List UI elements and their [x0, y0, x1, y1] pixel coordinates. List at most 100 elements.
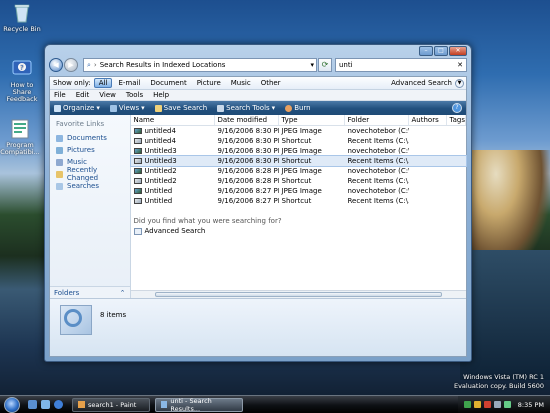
- sidebar-item-recently-changed[interactable]: Recently Changed: [50, 166, 130, 182]
- clock[interactable]: 8:35 PM: [518, 401, 544, 409]
- advanced-search-toggle[interactable]: Advanced Search ▼: [391, 78, 464, 88]
- cell-folder: novechotebor (C:\...: [347, 187, 409, 195]
- file-name: Untitled3: [144, 157, 177, 165]
- horizontal-scrollbar[interactable]: [130, 290, 466, 298]
- column-authors[interactable]: Authors: [409, 115, 447, 125]
- forward-button[interactable]: ▶: [64, 58, 78, 72]
- sidebar-item-label: Documents: [67, 134, 107, 142]
- details-pane: 8 items: [50, 298, 466, 356]
- table-row[interactable]: Untitled3 9/16/2006 8:30 PM Shortcut Recent…: [129, 155, 467, 167]
- table-row[interactable]: Untitled 9/16/2006 8:27 PM Shortcut Recent …: [131, 196, 467, 206]
- cell-folder: Recent Items (C:\...: [347, 157, 409, 165]
- security-icon[interactable]: [483, 401, 491, 408]
- table-row[interactable]: Untitled3 9/16/2006 8:30 PM JPEG Image nove…: [131, 146, 467, 156]
- address-dropdown-icon[interactable]: ▾: [310, 61, 314, 69]
- sidebar-item-documents[interactable]: Documents: [50, 132, 130, 144]
- file-name: Untitled2: [144, 177, 177, 185]
- close-button[interactable]: ✕: [449, 46, 467, 56]
- save-search-button[interactable]: Save Search: [154, 104, 207, 112]
- table-row[interactable]: untitled4 9/16/2006 8:30 PM Shortcut Recent…: [131, 136, 467, 146]
- search-input[interactable]: unti: [339, 61, 353, 69]
- searches-icon: [56, 182, 63, 190]
- magnifier-icon: [64, 309, 82, 327]
- address-text: Search Results in Indexed Locations: [99, 61, 226, 69]
- chevron-down-icon: ▾: [96, 104, 100, 112]
- cell-folder: Recent Items (C:\...: [347, 177, 409, 185]
- maximize-button[interactable]: □: [434, 46, 448, 56]
- column-tags[interactable]: Tags: [447, 115, 466, 125]
- table-row[interactable]: Untitled2 9/16/2006 8:28 PM Shortcut Recent…: [131, 176, 467, 186]
- battery-icon[interactable]: [503, 401, 511, 408]
- cell-date: 9/16/2006 8:27 PM: [217, 197, 279, 205]
- switch-windows-icon[interactable]: [41, 400, 50, 409]
- table-row[interactable]: Untitled2 9/16/2006 8:28 PM JPEG Image nove…: [131, 166, 467, 176]
- desktop-icon-program-compatibility[interactable]: Program Compatibi...: [0, 118, 40, 156]
- cell-date: 9/16/2006 8:28 PM: [217, 177, 279, 185]
- filter-all[interactable]: All: [93, 78, 113, 88]
- cell-name: Untitled3: [131, 146, 215, 156]
- filter-music[interactable]: Music: [227, 79, 255, 87]
- cell-type: Shortcut: [281, 137, 312, 145]
- file-name: Untitled2: [144, 167, 177, 175]
- show-only-bar: Show only: All E-mail Document Picture M…: [50, 77, 466, 90]
- search-tools-button[interactable]: Search Tools ▾: [217, 104, 275, 112]
- filter-picture[interactable]: Picture: [193, 79, 225, 87]
- filter-email[interactable]: E-mail: [114, 79, 144, 87]
- internet-explorer-icon[interactable]: [54, 400, 63, 409]
- cell-folder: novechotebor (C:\...: [347, 167, 409, 175]
- advanced-search-link[interactable]: Advanced Search: [133, 227, 206, 235]
- jpeg-image-icon: [133, 188, 142, 194]
- menu-file[interactable]: File: [54, 91, 66, 99]
- taskbar-button-label: unti - Search Results...: [170, 396, 212, 413]
- table-row[interactable]: untitled4 9/16/2006 8:30 PM JPEG Image nove…: [131, 126, 467, 136]
- cell-folder: Recent Items (C:\...: [347, 197, 409, 205]
- desktop-icon-recycle-bin[interactable]: Recycle Bin: [2, 2, 42, 33]
- organize-label: Organize: [63, 104, 95, 112]
- documents-icon: [56, 134, 63, 142]
- column-date-modified[interactable]: Date modified: [215, 115, 279, 125]
- cell-date: 9/16/2006 8:30 PM: [217, 137, 279, 145]
- menu-edit[interactable]: Edit: [76, 91, 90, 99]
- search-box[interactable]: unti ✕: [335, 58, 467, 72]
- network-icon[interactable]: [463, 401, 471, 408]
- music-icon: [56, 158, 63, 166]
- file-list: Name Date modified Type Folder Authors T…: [129, 115, 467, 298]
- sidebar-item-pictures[interactable]: Pictures: [50, 144, 130, 156]
- taskbar-button[interactable]: unti - Search Results...: [155, 396, 243, 413]
- pictures-icon: [56, 146, 63, 154]
- filter-document[interactable]: Document: [146, 79, 190, 87]
- column-folder[interactable]: Folder: [345, 115, 409, 125]
- back-button[interactable]: ◀: [49, 58, 63, 72]
- organize-icon: [54, 104, 61, 112]
- chevron-down-icon: ▾: [141, 104, 145, 112]
- advanced-search-link-label: Advanced Search: [144, 227, 206, 235]
- views-button[interactable]: Views ▾: [109, 104, 145, 112]
- show-desktop-icon[interactable]: [28, 400, 37, 409]
- minimize-button[interactable]: –: [419, 46, 433, 56]
- folders-toggle[interactable]: Folders ⌃: [50, 286, 130, 298]
- menu-tools[interactable]: Tools: [126, 91, 143, 99]
- taskbar-button[interactable]: search1 - Paint: [72, 397, 150, 412]
- address-bar[interactable]: ⌕ › Search Results in Indexed Locations …: [83, 58, 317, 72]
- column-name[interactable]: Name: [131, 115, 215, 125]
- warning-icon[interactable]: [473, 401, 481, 408]
- column-type[interactable]: Type: [279, 115, 345, 125]
- table-row[interactable]: Untitled 9/16/2006 8:27 PM JPEG Image novec…: [131, 186, 467, 196]
- help-button[interactable]: ?: [452, 103, 462, 113]
- explorer-body: Favorite Links Documents Pictures Music …: [50, 115, 467, 298]
- clear-search-icon[interactable]: ✕: [457, 61, 463, 69]
- cell-date: 9/16/2006 8:27 PM: [217, 187, 279, 195]
- favorite-links-heading: Favorite Links: [56, 120, 105, 128]
- organize-button[interactable]: Organize ▾: [54, 104, 100, 112]
- desktop-icon-share-feedback[interactable]: ? How to Share Feedback: [2, 58, 42, 103]
- menu-help[interactable]: Help: [153, 91, 169, 99]
- item-count: 8 items: [100, 311, 127, 319]
- scrollbar-thumb[interactable]: [154, 292, 442, 297]
- burn-button[interactable]: Burn: [285, 104, 311, 112]
- filter-other[interactable]: Other: [257, 79, 285, 87]
- volume-icon[interactable]: [493, 401, 501, 408]
- menu-view[interactable]: View: [99, 91, 116, 99]
- start-orb-icon[interactable]: [4, 396, 20, 413]
- shortcut-icon: [133, 198, 142, 204]
- refresh-button[interactable]: ⟳: [318, 58, 332, 72]
